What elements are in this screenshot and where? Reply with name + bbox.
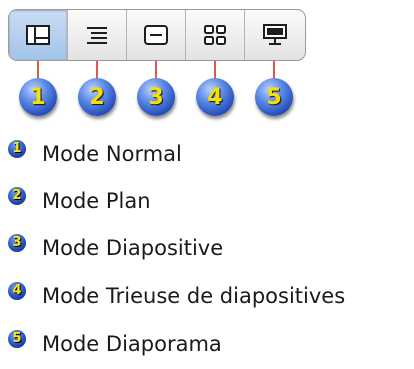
callout-badge-1: 1 [19, 78, 57, 116]
legend-label-outline: Mode Plan [42, 189, 151, 213]
legend-marker-2: 2 [8, 187, 26, 205]
legend-marker-1: 1 [8, 140, 26, 158]
normal-view-button[interactable] [9, 10, 68, 60]
outline-view-button[interactable] [68, 10, 127, 60]
legend-marker-5: 5 [8, 330, 26, 348]
outline-view-icon [84, 24, 110, 46]
slideshow-view-button[interactable] [245, 10, 304, 60]
normal-view-icon [25, 24, 51, 46]
callout-badge-5: 5 [255, 78, 293, 116]
slide-sorter-view-button[interactable] [186, 10, 245, 60]
slideshow-view-icon [262, 24, 288, 46]
view-mode-toolbar [8, 9, 306, 61]
callout-badge-4: 4 [196, 78, 234, 116]
legend-label-slideshow: Mode Diaporama [42, 332, 222, 356]
legend-label-slide: Mode Diapositive [42, 236, 224, 260]
legend-label-slide-sorter: Mode Trieuse de diapositives [42, 284, 346, 308]
legend-marker-3: 3 [8, 234, 26, 252]
legend-marker-4: 4 [8, 282, 26, 300]
callout-badge-3: 3 [137, 78, 175, 116]
slide-sorter-view-icon [202, 24, 228, 46]
slide-view-icon [143, 24, 169, 46]
legend-label-normal: Mode Normal [42, 142, 182, 166]
callout-badge-2: 2 [78, 78, 116, 116]
slide-view-button[interactable] [127, 10, 186, 60]
